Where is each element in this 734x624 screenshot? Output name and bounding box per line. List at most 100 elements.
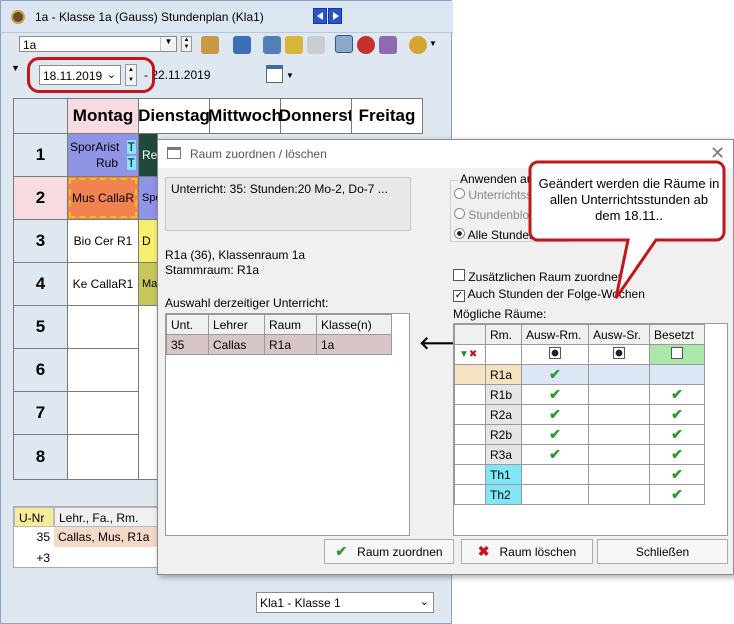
- brush-icon[interactable]: [335, 35, 353, 53]
- period-7[interactable]: 7: [13, 391, 68, 435]
- lesson-tag: T: [126, 140, 136, 154]
- lesson-cell[interactable]: Bio Cer R1: [67, 219, 139, 263]
- check-icon: ✔: [671, 486, 683, 502]
- check-icon: ✔: [335, 543, 348, 559]
- col-header[interactable]: Lehrer: [208, 314, 265, 335]
- clock-app-icon: [11, 10, 25, 24]
- day-header-friday[interactable]: Freitag: [351, 98, 423, 134]
- undo-icon[interactable]: [307, 36, 325, 54]
- lesson-list: U-Nr Lehr., Fa., Rm. 35 Callas, Mus, R1a…: [13, 506, 159, 568]
- radio-lesson[interactable]: Unterrichtsst: [454, 188, 536, 202]
- current-lesson-table: Unt. Lehrer Raum Klasse(n) 35 Callas R1a…: [166, 314, 392, 355]
- gear-menu-chevron-icon[interactable]: ▼: [429, 39, 437, 48]
- empty-cell[interactable]: [67, 305, 139, 349]
- delete-room-button[interactable]: ✖ Raum löschen: [461, 539, 593, 564]
- radio-button-selected[interactable]: [454, 228, 465, 239]
- share-icon[interactable]: [379, 36, 397, 54]
- filter-icon[interactable]: ▼✖: [454, 344, 486, 365]
- list-header-info[interactable]: Lehr., Fa., Rm.: [54, 507, 159, 527]
- period-3[interactable]: 3: [13, 219, 68, 263]
- checkbox-checked[interactable]: ✓: [453, 290, 465, 302]
- assign-room-button[interactable]: ✔ Raum zuordnen: [324, 539, 454, 564]
- cell: [521, 464, 589, 485]
- day-header-tuesday[interactable]: Dienstag: [138, 98, 210, 134]
- list-more[interactable]: +3: [14, 549, 54, 567]
- radio-button[interactable]: [454, 188, 465, 199]
- room-name: Th2: [485, 484, 522, 505]
- col-header[interactable]: Besetzt: [649, 324, 705, 345]
- period-6[interactable]: 6: [13, 348, 68, 392]
- table-row[interactable]: R1b ✔ ✔: [454, 384, 705, 405]
- cell: ✔: [521, 404, 589, 425]
- list-row-nr[interactable]: 35: [14, 527, 54, 547]
- table-row[interactable]: R1a ✔: [454, 364, 705, 385]
- empty-cell[interactable]: [67, 434, 139, 480]
- period-1[interactable]: 1: [13, 133, 68, 177]
- lock-icon[interactable]: [285, 36, 303, 54]
- checkbox[interactable]: [453, 269, 465, 281]
- lesson-cell-selected[interactable]: Mus CallaR: [67, 176, 139, 220]
- cell: [454, 404, 486, 425]
- day-header-thursday[interactable]: Donnerst: [279, 98, 353, 134]
- lesson-info-text: Unterricht: 35: Stunden:20 Mo-2, Do-7 ..…: [171, 182, 388, 196]
- chevron-down-icon[interactable]: ▼: [160, 37, 176, 51]
- lesson-cell[interactable]: Ke CallaR1: [67, 262, 139, 306]
- table-row[interactable]: R2a ✔ ✔: [454, 404, 705, 425]
- filter-checkbox[interactable]: [649, 344, 705, 365]
- table-row[interactable]: R2b ✔ ✔: [454, 424, 705, 445]
- empty-cell[interactable]: [67, 391, 139, 435]
- list-row-info[interactable]: Callas, Mus, R1a: [54, 527, 159, 547]
- lesson-cell[interactable]: Ma: [138, 262, 158, 306]
- lesson-cell[interactable]: Re: [138, 133, 158, 177]
- period-8[interactable]: 8: [13, 434, 68, 480]
- close-button[interactable]: Schließen: [597, 539, 728, 564]
- period-2[interactable]: 2: [13, 176, 68, 220]
- day-header-wednesday[interactable]: Mittwoch: [208, 98, 282, 134]
- cell: [588, 424, 650, 445]
- cell: [454, 444, 486, 465]
- lesson-cell[interactable]: Spo: [138, 176, 162, 220]
- spinner-button[interactable]: ▲ ▼: [181, 36, 192, 52]
- footer-class-combo[interactable]: Kla1 - Klasse 1 ⌄: [256, 592, 434, 613]
- cell: ✔: [521, 424, 589, 445]
- lesson-cell[interactable]: SporArist Rub T T: [67, 133, 139, 177]
- period-5[interactable]: 5: [13, 305, 68, 349]
- rooms-body: R1a ✔ R1b ✔ ✔ R2a ✔ ✔ R2b ✔ ✔ R3a ✔ ✔ Th1 ✔ Th2 ✔: [454, 364, 705, 505]
- col-header[interactable]: Ausw-Rm.: [521, 324, 589, 345]
- current-lesson-label: Auswahl derzeitiger Unterricht:: [165, 296, 329, 310]
- prev-arrow-button[interactable]: [313, 8, 327, 24]
- table-row[interactable]: 35 Callas R1a 1a: [166, 334, 392, 355]
- list-header-unr[interactable]: U-Nr: [14, 507, 54, 527]
- calendar-icon[interactable]: [266, 65, 283, 83]
- people-icon[interactable]: [201, 36, 219, 54]
- gear-icon[interactable]: [409, 36, 427, 54]
- next-arrow-button[interactable]: [328, 8, 342, 24]
- filter-checkbox[interactable]: [521, 344, 589, 365]
- table-row[interactable]: R3a ✔ ✔: [454, 444, 705, 465]
- check-icon: ✔: [671, 426, 683, 442]
- table-row[interactable]: Th2 ✔: [454, 484, 705, 505]
- cell: [649, 364, 705, 385]
- empty-cell[interactable]: [67, 348, 139, 392]
- lesson-cell[interactable]: D: [138, 219, 158, 263]
- day-header-monday[interactable]: Montag: [67, 98, 139, 134]
- col-header[interactable]: Unt.: [166, 314, 209, 335]
- radio-button[interactable]: [454, 208, 465, 219]
- pin-menu-icon[interactable]: ▼: [11, 63, 20, 73]
- col-header[interactable]: Rm.: [485, 324, 522, 345]
- period-4[interactable]: 4: [13, 262, 68, 306]
- chevron-down-icon[interactable]: ⌄: [420, 595, 429, 608]
- transfer-icon[interactable]: [263, 36, 281, 54]
- radio-block[interactable]: Stundenbloc: [454, 208, 535, 222]
- col-header[interactable]: Klasse(n): [316, 314, 392, 335]
- calendar-chevron-icon[interactable]: ▼: [286, 71, 294, 80]
- check-icon: ✔: [671, 466, 683, 482]
- filter-checkbox[interactable]: [588, 344, 650, 365]
- class-combo[interactable]: 1a ▼: [19, 36, 177, 52]
- table-row[interactable]: Th1 ✔: [454, 464, 705, 485]
- pin-icon[interactable]: [357, 36, 375, 54]
- grid-add-icon[interactable]: [233, 36, 251, 54]
- col-header[interactable]: Raum: [264, 314, 317, 335]
- col-header[interactable]: Ausw-Sr.: [588, 324, 650, 345]
- cell: [588, 384, 650, 405]
